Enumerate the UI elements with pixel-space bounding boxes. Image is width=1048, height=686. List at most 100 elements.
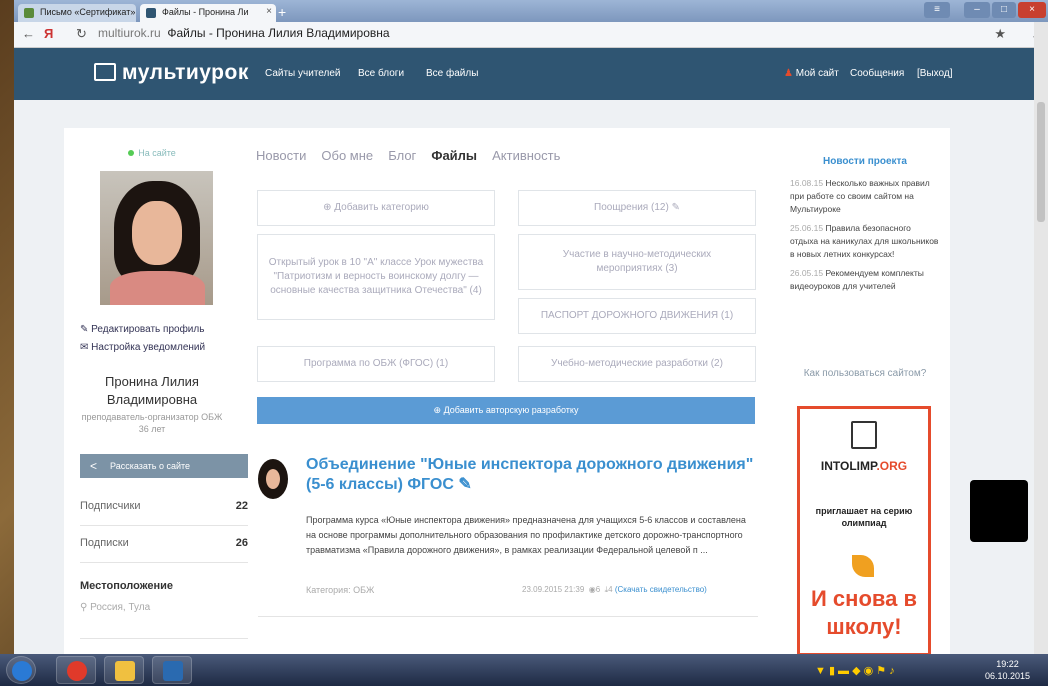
publisher-icon [163, 661, 183, 681]
clock-date: 06.10.2015 [985, 671, 1031, 681]
subscribers-row[interactable]: Подписчики 22 [80, 500, 248, 526]
site-logo[interactable]: мультиурок [94, 61, 249, 85]
close-window-icon[interactable]: × [1018, 2, 1046, 18]
edit-profile-link[interactable]: ✎ Редактировать профиль [80, 324, 204, 335]
clock[interactable]: 19:22 06.10.2015 [985, 658, 1030, 682]
category-label: Открытый урок в 10 "А" классе Урок мужес… [268, 257, 484, 296]
category-obzh-program[interactable]: Программа по ОБЖ (ФГОС) (1) [257, 346, 495, 382]
ad-subtitle: приглашает на серию олимпиад [815, 506, 913, 528]
post-meta: 23.09.2015 21:39 ◉6 ⤓4 (Скачать свидетел… [522, 585, 707, 595]
category-label: Учебно-методические разработки (2) [551, 358, 723, 369]
clock-time: 19:22 [996, 659, 1019, 669]
online-dot-icon [128, 150, 135, 156]
add-category-label: Добавить категорию [334, 202, 429, 213]
how-to-link[interactable]: Как пользоваться сайтом? [790, 368, 940, 379]
avatar-face [266, 469, 280, 489]
back-icon[interactable]: ← [22, 26, 35, 41]
bookmark-star-icon[interactable]: ★ [994, 26, 1006, 42]
category-open-lesson[interactable]: Открытый урок в 10 "А" классе Урок мужес… [257, 234, 495, 320]
nav-teacher-sites[interactable]: Сайты учителей [265, 68, 341, 79]
nav-all-files[interactable]: Все файлы [426, 68, 478, 79]
online-status-label: На сайте [138, 148, 176, 158]
tab-files-active[interactable]: Файлы [431, 148, 477, 163]
author-avatar[interactable] [258, 459, 288, 499]
news-item[interactable]: 25.06.15 Правила безопасного отдыха на к… [790, 222, 940, 261]
scrollbar-thumb[interactable] [1037, 102, 1045, 222]
menu-icon[interactable]: ≡ [924, 2, 950, 18]
close-tab-icon[interactable]: × [266, 6, 272, 17]
news-item[interactable]: 26.05.15 Рекомендуем комплекты видеоурок… [790, 267, 940, 293]
category-label: Программа по ОБЖ (ФГОС) (1) [303, 358, 449, 369]
add-development-label: Добавить авторскую разработку [443, 405, 579, 415]
category-science-events[interactable]: Участие в научно-методических мероприяти… [518, 234, 756, 290]
subscriptions-count: 26 [235, 537, 248, 549]
leaf-icon [852, 555, 874, 577]
envelope-icon: ✉ [80, 342, 89, 353]
post-category[interactable]: Категория: ОБЖ [306, 585, 374, 595]
nav-my-site[interactable]: ♟ Мой сайт [784, 68, 839, 79]
book-logo-icon [94, 63, 116, 81]
post-title[interactable]: Объединение "Юные инспектора дорожного д… [306, 455, 756, 495]
advertisement-banner[interactable]: INTOLIMP.ORG приглашает на серию олимпиа… [797, 406, 931, 656]
minimize-icon[interactable]: – [964, 2, 990, 18]
tab-letter[interactable]: Письмо «Сертификат» [18, 4, 136, 22]
tab-blog[interactable]: Блог [388, 148, 416, 163]
tab-activity[interactable]: Активность [492, 148, 560, 163]
post-views: 6 [595, 585, 601, 594]
divider [80, 638, 248, 639]
subscriptions-row[interactable]: Подписки 26 [80, 537, 248, 563]
tab-about[interactable]: Обо мне [321, 148, 373, 163]
category-label: ПАСПОРТ ДОРОЖНОГО ДВИЖЕНИЯ (1) [540, 310, 734, 321]
notify-settings-link[interactable]: ✉ Настройка уведомлений [80, 342, 205, 353]
nav-messages[interactable]: Сообщения [850, 68, 904, 79]
start-button[interactable] [6, 656, 36, 684]
category-methodical[interactable]: Учебно-методические разработки (2) [518, 346, 756, 382]
reload-icon[interactable]: ↻ [76, 26, 87, 42]
eye-icon: ◉ [588, 585, 596, 594]
category-road-passport[interactable]: ПАСПОРТ ДОРОЖНОГО ДВИЖЕНИЯ (1) [518, 298, 756, 334]
yandex-icon[interactable]: Я [44, 26, 53, 41]
system-tray[interactable]: ▼ ▮ ▬ ◆ ◉ ⚑ ♪ [815, 664, 895, 677]
news-date: 25.06.15 [790, 223, 824, 233]
divider [258, 616, 758, 617]
maximize-icon[interactable]: □ [992, 2, 1016, 18]
folder-icon [115, 661, 135, 681]
edit-icon[interactable]: ✎ [672, 201, 680, 215]
share-site-button[interactable]: < Рассказать о сайте [80, 454, 248, 478]
url-field[interactable]: multiurok.ru Файлы - Пронина Лилия Влади… [98, 26, 390, 40]
post-downloads: 4 [608, 585, 613, 594]
category-label: Поощрения (12) [594, 202, 669, 213]
taskbar-publisher[interactable] [152, 656, 192, 684]
online-status: На сайте [64, 148, 240, 158]
share-icon: < [90, 459, 98, 473]
profile-photo [100, 171, 213, 305]
location-heading: Местоположение [80, 580, 174, 592]
ad-headline: И снова в школу! [811, 586, 917, 639]
map-pin-icon: ⚲ [80, 602, 88, 613]
add-development-button[interactable]: ⊕ Добавить авторскую разработку [257, 397, 755, 424]
ad-logo-domain: .ORG [876, 459, 908, 473]
edit-icon[interactable]: ✎ [458, 476, 471, 493]
taskbar-yandex[interactable] [56, 656, 96, 684]
new-tab-icon[interactable]: + [278, 4, 286, 20]
nav-logout[interactable]: [Выход] [917, 68, 952, 79]
news-item[interactable]: 16.08.15 Несколько важных правил при раб… [790, 177, 940, 216]
address-bar: ← Я ↻ multiurok.ru Файлы - Пронина Лилия… [14, 22, 1048, 48]
profile-name: Пронина Лилия Владимировна [105, 374, 199, 407]
taskbar: ▼ ▮ ▬ ◆ ◉ ⚑ ♪ 19:22 06.10.2015 [0, 654, 1048, 686]
profile-title: преподаватель-организатор ОБЖ 36 лет [64, 411, 240, 435]
yandex-browser-icon [67, 661, 87, 681]
add-category-button[interactable]: ⊕ Добавить категорию [257, 190, 495, 226]
taskbar-explorer[interactable] [104, 656, 144, 684]
category-awards[interactable]: Поощрения (12) ✎ [518, 190, 756, 226]
profile-position: преподаватель-организатор ОБЖ [81, 412, 223, 422]
download-certificate-link[interactable]: (Скачать свидетельство) [615, 585, 707, 594]
notify-settings-label: Настройка уведомлений [91, 342, 206, 353]
nav-all-blogs[interactable]: Все блоги [358, 68, 404, 79]
tab-files[interactable]: Файлы - Пронина Ли × [140, 4, 276, 22]
scrollbar[interactable] [1034, 22, 1048, 654]
post-description: Программа курса «Юные инспектора движени… [306, 515, 746, 555]
subscribers-count: 22 [235, 500, 248, 512]
tab-news[interactable]: Новости [256, 148, 306, 163]
profile-tabs: Новости Обо мне Блог Файлы Активность [256, 148, 572, 163]
